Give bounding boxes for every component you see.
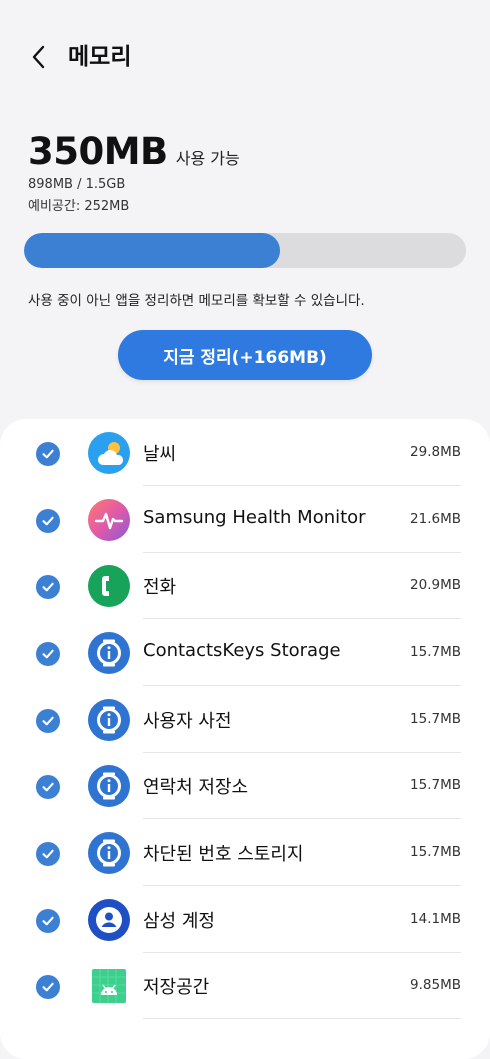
checkmark-icon	[41, 980, 55, 994]
row-divider	[143, 1018, 461, 1019]
app-checkbox[interactable]	[36, 775, 60, 799]
row-divider	[143, 485, 461, 486]
memory-usage-fill	[24, 233, 281, 268]
app-checkbox[interactable]	[36, 909, 60, 933]
app-size: 15.7MB	[410, 711, 461, 727]
app-size: 21.6MB	[410, 511, 461, 527]
app-name: Samsung Health Monitor	[143, 507, 366, 528]
checkmark-icon	[41, 714, 55, 728]
reserved-memory-text: 예비공간: 252MB	[28, 199, 130, 214]
app-row[interactable]: 날씨 29.8MB	[0, 420, 490, 486]
app-name: 저장공간	[143, 977, 210, 998]
app-checkbox[interactable]	[36, 642, 60, 666]
checkmark-icon	[41, 647, 55, 661]
app-row[interactable]: ContactsKeys Storage 15.7MB	[0, 620, 490, 686]
clean-now-button[interactable]: 지금 정리(+166MB)	[118, 330, 372, 380]
app-size: 14.1MB	[410, 911, 461, 927]
row-divider	[143, 685, 461, 686]
weather-icon	[88, 432, 130, 474]
app-row[interactable]: Samsung Health Monitor 21.6MB	[0, 487, 490, 553]
app-checkbox[interactable]	[36, 442, 60, 466]
app-size: 9.85MB	[410, 977, 461, 993]
chevron-left-icon	[32, 45, 45, 69]
system-app-icon	[88, 832, 130, 874]
app-name: 날씨	[143, 444, 177, 465]
app-name: 차단된 번호 스토리지	[143, 844, 304, 865]
app-name: 연락처 저장소	[143, 777, 249, 798]
app-checkbox[interactable]	[36, 975, 60, 999]
samsung-account-icon	[88, 899, 130, 941]
app-header: 메모리	[0, 0, 490, 110]
app-row[interactable]: 전화 20.9MB	[0, 553, 490, 619]
memory-usage-bar	[24, 233, 466, 268]
app-name: 삼성 계정	[143, 911, 215, 932]
app-row[interactable]: 차단된 번호 스토리지 15.7MB	[0, 820, 490, 886]
app-row[interactable]: 저장공간 9.85MB	[0, 953, 490, 1019]
checkmark-icon	[41, 780, 55, 794]
system-app-icon	[88, 632, 130, 674]
back-button[interactable]	[22, 40, 56, 74]
app-size: 20.9MB	[410, 577, 461, 593]
checkmark-icon	[41, 580, 55, 594]
used-memory-text: 898MB / 1.5GB	[28, 177, 126, 192]
app-size: 15.7MB	[410, 644, 461, 660]
checkmark-icon	[41, 514, 55, 528]
app-list: 날씨 29.8MB Samsung Health Monitor 21.6MB …	[0, 419, 490, 1059]
system-app-icon	[88, 699, 130, 741]
checkmark-icon	[41, 914, 55, 928]
checkmark-icon	[41, 447, 55, 461]
app-name: 전화	[143, 577, 177, 598]
app-row[interactable]: 삼성 계정 14.1MB	[0, 887, 490, 953]
phone-icon	[88, 565, 130, 607]
app-checkbox[interactable]	[36, 509, 60, 533]
row-divider	[143, 818, 461, 819]
app-row[interactable]: 연락처 저장소 15.7MB	[0, 753, 490, 819]
system-app-icon	[88, 765, 130, 807]
app-name: 사용자 사전	[143, 711, 232, 732]
cleanup-hint: 사용 중이 아닌 앱을 정리하면 메모리를 확보할 수 있습니다.	[28, 293, 365, 309]
app-size: 15.7MB	[410, 777, 461, 793]
app-checkbox[interactable]	[36, 575, 60, 599]
memory-summary: 350MB 사용 가능 898MB / 1.5GB 예비공간: 252MB	[28, 130, 468, 214]
available-memory-label: 사용 가능	[175, 149, 240, 168]
storage-android-icon	[88, 965, 130, 1007]
page-title: 메모리	[68, 44, 132, 70]
app-size: 15.7MB	[410, 844, 461, 860]
app-checkbox[interactable]	[36, 709, 60, 733]
app-size: 29.8MB	[410, 444, 461, 460]
app-name: ContactsKeys Storage	[143, 640, 341, 661]
row-divider	[143, 618, 461, 619]
row-divider	[143, 885, 461, 886]
available-memory-value: 350MB	[28, 130, 168, 173]
app-checkbox[interactable]	[36, 842, 60, 866]
health-monitor-icon	[88, 499, 130, 541]
checkmark-icon	[41, 847, 55, 861]
app-row[interactable]: 사용자 사전 15.7MB	[0, 687, 490, 753]
